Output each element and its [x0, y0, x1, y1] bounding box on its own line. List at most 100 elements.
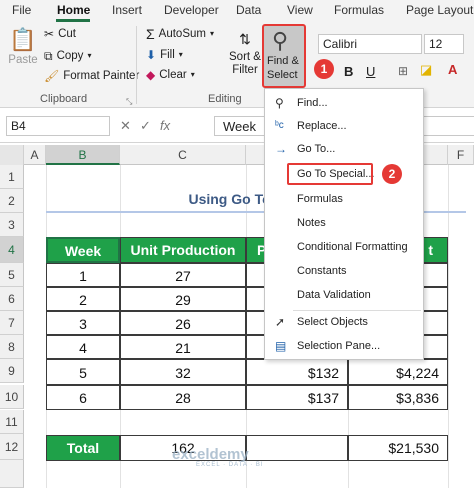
- menu-item-data-validation[interactable]: Data Validation: [265, 284, 423, 306]
- table-cell[interactable]: 32: [120, 359, 246, 385]
- cursor-icon: ➚: [275, 315, 286, 329]
- copy-icon: ⧉: [44, 49, 53, 63]
- copy-button[interactable]: ⧉ Copy ▾: [44, 50, 91, 62]
- table-cell[interactable]: $4,224: [348, 359, 448, 385]
- tab-developer[interactable]: Developer: [164, 3, 219, 17]
- chevron-down-icon: ▾: [178, 50, 183, 59]
- cell-b4[interactable]: Week: [46, 237, 120, 263]
- table-cell[interactable]: 26: [120, 311, 246, 335]
- sort-filter-button[interactable]: ⇅ Sort & Filter: [228, 28, 262, 76]
- bold-button[interactable]: B: [344, 64, 353, 79]
- table-cell[interactable]: 21: [120, 335, 246, 359]
- menu-item-select-objects[interactable]: ➚ Select Objects: [265, 311, 423, 333]
- tab-view[interactable]: View: [287, 3, 313, 17]
- table-cell[interactable]: $132: [246, 359, 348, 385]
- table-cell[interactable]: 28: [120, 385, 246, 410]
- clear-button[interactable]: ◆ Clear ▾: [146, 69, 195, 81]
- tab-data[interactable]: Data: [236, 3, 261, 17]
- font-color-icon[interactable]: A: [448, 62, 457, 77]
- borders-icon[interactable]: ⊞: [398, 64, 408, 78]
- row-header[interactable]: 6: [0, 287, 24, 311]
- dialog-launcher-icon[interactable]: ⤡: [126, 96, 132, 108]
- row-header[interactable]: 9: [0, 359, 24, 383]
- row-header[interactable]: 11: [0, 410, 24, 434]
- menu-item-notes[interactable]: Notes: [265, 212, 423, 234]
- clipboard-icon: 📋: [9, 27, 37, 52]
- table-cell[interactable]: 1: [46, 263, 120, 287]
- menu-item-conditional-formatting[interactable]: Conditional Formatting: [265, 236, 423, 258]
- autosum-button[interactable]: Σ AutoSum ▾: [146, 26, 214, 42]
- font-name-box[interactable]: Calibri: [318, 34, 422, 54]
- total-amount-cell[interactable]: $21,530: [348, 435, 448, 461]
- select-all-corner[interactable]: [0, 145, 24, 165]
- find-select-button[interactable]: ⚲ Find & Select: [262, 24, 306, 88]
- column-header-c[interactable]: C: [120, 145, 246, 165]
- fill-button[interactable]: ⬇ Fill ▾: [146, 49, 183, 61]
- menu-item-formulas[interactable]: Formulas: [265, 188, 423, 210]
- row-header[interactable]: 1: [0, 165, 24, 189]
- row-header[interactable]: 3: [0, 213, 24, 237]
- table-cell[interactable]: [246, 435, 348, 461]
- table-cell[interactable]: 2: [46, 287, 120, 311]
- tab-home[interactable]: Home: [57, 3, 90, 17]
- chevron-down-icon: ▾: [190, 70, 195, 79]
- enter-icon[interactable]: ✓: [140, 118, 151, 134]
- magnifier-icon: ⚲: [272, 28, 289, 53]
- ribbon-tabs: File Home Insert Developer Data View For…: [0, 0, 474, 22]
- menu-item-selection-pane[interactable]: ▤ Selection Pane...: [265, 335, 423, 357]
- eraser-icon: ◆: [146, 68, 156, 82]
- row-header[interactable]: 10: [0, 385, 24, 409]
- tab-file[interactable]: File: [12, 3, 31, 17]
- column-header-f[interactable]: F: [448, 145, 474, 165]
- table-cell[interactable]: 4: [46, 335, 120, 359]
- replace-icon: ᵇc: [275, 120, 284, 131]
- table-cell[interactable]: $137: [246, 385, 348, 410]
- row-header[interactable]: 12: [0, 434, 24, 460]
- column-header-b[interactable]: B: [46, 145, 120, 165]
- cut-button[interactable]: ✂ Cut: [44, 28, 76, 40]
- format-painter-button[interactable]: 🖌 Format Painter: [44, 70, 139, 82]
- row-header[interactable]: 7: [0, 311, 24, 335]
- table-cell[interactable]: 3: [46, 311, 120, 335]
- watermark-logo: exceldemy: [172, 446, 249, 463]
- table-cell[interactable]: 27: [120, 263, 246, 287]
- row-header: [0, 460, 24, 488]
- arrow-right-icon: →: [275, 142, 287, 156]
- tab-formulas[interactable]: Formulas: [334, 3, 384, 17]
- menu-item-replace[interactable]: ᵇc Replace...: [265, 115, 423, 137]
- fill-color-icon[interactable]: ◪: [420, 62, 432, 78]
- scissors-icon: ✂: [44, 27, 55, 41]
- menu-item-constants[interactable]: Constants: [265, 260, 423, 282]
- chevron-down-icon: ▾: [209, 29, 214, 38]
- table-cell[interactable]: $3,836: [348, 385, 448, 410]
- step-badge-1: 1: [314, 59, 334, 79]
- table-cell[interactable]: 5: [46, 359, 120, 385]
- menu-item-go-to[interactable]: → Go To...: [265, 138, 423, 160]
- divider: [136, 26, 137, 104]
- table-cell[interactable]: 6: [46, 385, 120, 410]
- cancel-icon[interactable]: ✕: [120, 118, 131, 134]
- column-header-a[interactable]: A: [24, 145, 46, 165]
- fill-down-icon: ⬇: [146, 48, 157, 62]
- paste-button[interactable]: 📋 Paste: [8, 27, 38, 67]
- row-header[interactable]: 5: [0, 263, 24, 287]
- row-header[interactable]: 4: [0, 237, 24, 263]
- row-header[interactable]: 8: [0, 335, 24, 359]
- underline-button[interactable]: U: [366, 64, 375, 79]
- selection-pane-icon: ▤: [275, 339, 287, 353]
- menu-item-find[interactable]: ⚲ Find...: [265, 92, 423, 114]
- cell-c4[interactable]: Unit Production: [120, 237, 246, 263]
- insert-function-icon[interactable]: fx: [160, 118, 170, 133]
- row-header[interactable]: 2: [0, 189, 24, 213]
- watermark-tagline: EXCEL · DATA · BI: [196, 462, 264, 468]
- tab-insert[interactable]: Insert: [112, 3, 142, 17]
- font-size-box[interactable]: 12: [424, 34, 464, 54]
- table-cell[interactable]: 29: [120, 287, 246, 311]
- gridline: [448, 165, 449, 488]
- name-box[interactable]: B4: [6, 116, 110, 136]
- total-label-cell[interactable]: Total: [46, 435, 120, 461]
- brush-icon: 🖌: [44, 69, 60, 83]
- tab-page-layout[interactable]: Page Layout: [406, 3, 473, 17]
- sigma-icon: Σ: [146, 26, 155, 42]
- go-to-special-highlight: [287, 163, 373, 185]
